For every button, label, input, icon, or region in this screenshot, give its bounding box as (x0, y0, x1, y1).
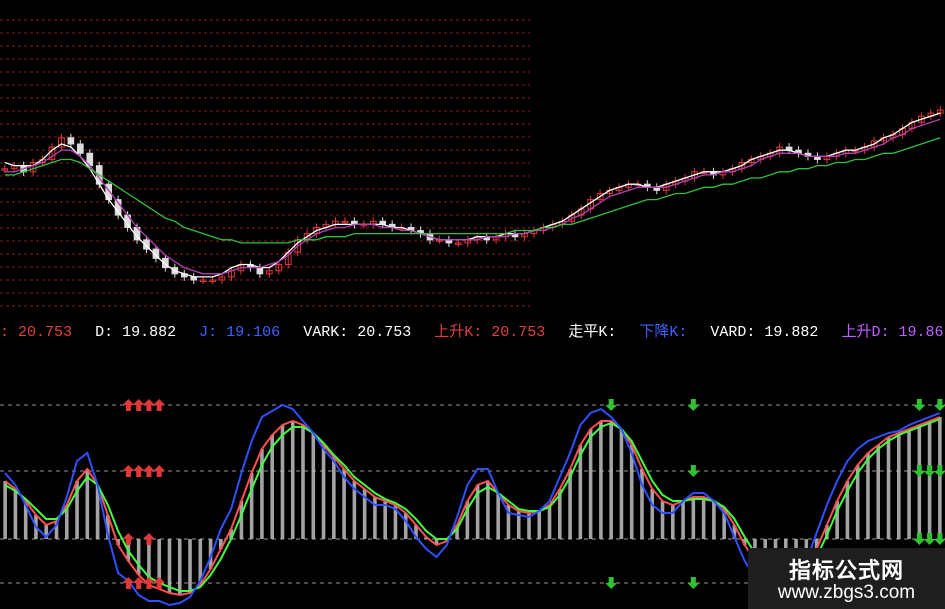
legend-flat-k-label: 走平K: (568, 324, 617, 341)
legend-j-label: J: (199, 324, 218, 341)
buy-arrow-icon (122, 465, 135, 477)
kdj-histogram-bar (301, 425, 305, 539)
kdj-histogram-bar (938, 417, 942, 539)
buy-arrow-icon (142, 533, 155, 545)
sell-arrow-icon (687, 577, 700, 589)
legend-down-k-label: 下降K: (639, 324, 688, 341)
sell-arrow-icon (923, 465, 936, 477)
candle (76, 143, 84, 154)
legend-down-k: 下降K: (639, 324, 696, 341)
kdj-histogram-bar (619, 429, 624, 539)
kdj-histogram-bar (321, 445, 326, 539)
kdj-chart (0, 19, 945, 607)
kdj-histogram-bar (403, 513, 408, 539)
sell-arrow-icon (933, 533, 945, 545)
sell-arrow-icon (933, 399, 945, 411)
buy-arrow-icon (122, 399, 135, 411)
watermark-title: 指标公式网 (788, 559, 904, 584)
legend-up-k-value: 20.753 (491, 324, 546, 341)
kdj-histogram-bar (3, 481, 7, 539)
kdj-histogram-bar (383, 501, 387, 539)
legend-vark-label: VARK: (303, 324, 349, 341)
legend-k: : 20.753 (0, 324, 72, 341)
legend-flat-k: 走平K: (568, 324, 625, 341)
legend-d: D: 19.882 (95, 324, 176, 341)
legend-vark: VARK: 20.753 (303, 324, 411, 341)
sell-arrow-icon (933, 465, 945, 477)
kdj-histogram-bar (876, 445, 881, 539)
legend-k-label: : (0, 324, 10, 341)
kdj-histogram-bar (177, 539, 182, 595)
watermark: 指标公式网 www.zbgs3.com (748, 548, 945, 609)
legend-up-d-value: 19.86 (898, 324, 944, 341)
kdj-histogram-bar (886, 437, 891, 539)
buy-arrow-icon (142, 399, 155, 411)
buy-arrow-icon (153, 399, 166, 411)
kdj-histogram-bar (496, 493, 500, 539)
sell-arrow-icon (913, 465, 926, 477)
kdj-histogram-bar (681, 501, 685, 539)
kdj-histogram-bar (896, 433, 901, 539)
kdj-histogram-bar (136, 539, 141, 575)
kdj-histogram-bar (13, 489, 18, 539)
candle (256, 267, 264, 275)
legend-d-value: 19.882 (122, 324, 177, 341)
sell-arrow-icon (923, 533, 936, 545)
kdj-histogram-bar (249, 473, 254, 539)
kdj-histogram-bar (547, 505, 552, 539)
kdj-histogram-bar (927, 421, 932, 539)
sell-arrow-icon (687, 399, 700, 411)
kdj-histogram-bar (537, 511, 542, 539)
kdj-histogram-bar (917, 425, 922, 539)
kdj-histogram-bar (712, 501, 716, 539)
kdj-histogram-bar (486, 481, 490, 539)
buy-arrow-icon (153, 465, 166, 477)
buy-arrow-icon (132, 399, 145, 411)
kdj-histogram-bar (660, 501, 665, 539)
legend-vard-label: VARD: (710, 324, 756, 341)
kdj-histogram-bar (290, 421, 295, 539)
buy-arrow-icon (142, 465, 155, 477)
kdj-histogram-bar (691, 497, 696, 539)
kdj-histogram-bar (609, 421, 613, 539)
legend-up-k: 上升K: 20.753 (434, 324, 545, 341)
watermark-url: www.zbgs3.com (777, 582, 916, 603)
kdj-histogram-bar (650, 489, 655, 539)
legend-j-value: 19.106 (226, 324, 281, 341)
kdj-histogram-bar (701, 497, 706, 539)
kdj-histogram-bar (167, 539, 172, 593)
legend-vard-value: 19.882 (764, 324, 819, 341)
legend-vard: VARD: 19.882 (710, 324, 818, 341)
legend-up-k-label: 上升K: (434, 324, 483, 341)
kdj-histogram-bar (332, 457, 336, 539)
legend-j: J: 19.106 (199, 324, 280, 341)
sell-arrow-icon (687, 465, 700, 477)
kdj-histogram-bar (907, 429, 911, 539)
ma-line-ma-purple (4, 118, 941, 275)
sell-arrow-icon (913, 399, 926, 411)
legend-up-d: 上升D: 19.86 (841, 324, 943, 341)
sell-arrow-icon (605, 399, 618, 411)
kdj-histogram-bar (588, 429, 593, 539)
kdj-histogram-bar (280, 425, 285, 539)
legend-d-label: D: (95, 324, 114, 341)
legend-vark-value: 20.753 (357, 324, 412, 341)
sell-arrow-icon (913, 533, 926, 545)
sell-arrow-icon (605, 577, 618, 589)
ma-line-ma-white (4, 112, 941, 278)
kdj-histogram-bar (866, 453, 870, 539)
buy-arrow-icon (132, 465, 145, 477)
legend-up-d-label: 上升D: (841, 324, 890, 341)
indicator-legend: : 20.753 D: 19.882 J: 19.106 VARK: 20.75… (0, 322, 945, 344)
kdj-histogram-bar (188, 539, 192, 593)
candle (67, 137, 75, 145)
legend-k-value: 20.753 (18, 324, 73, 341)
kdj-histogram-bar (599, 421, 603, 539)
kdj-histogram-bar (311, 433, 316, 539)
